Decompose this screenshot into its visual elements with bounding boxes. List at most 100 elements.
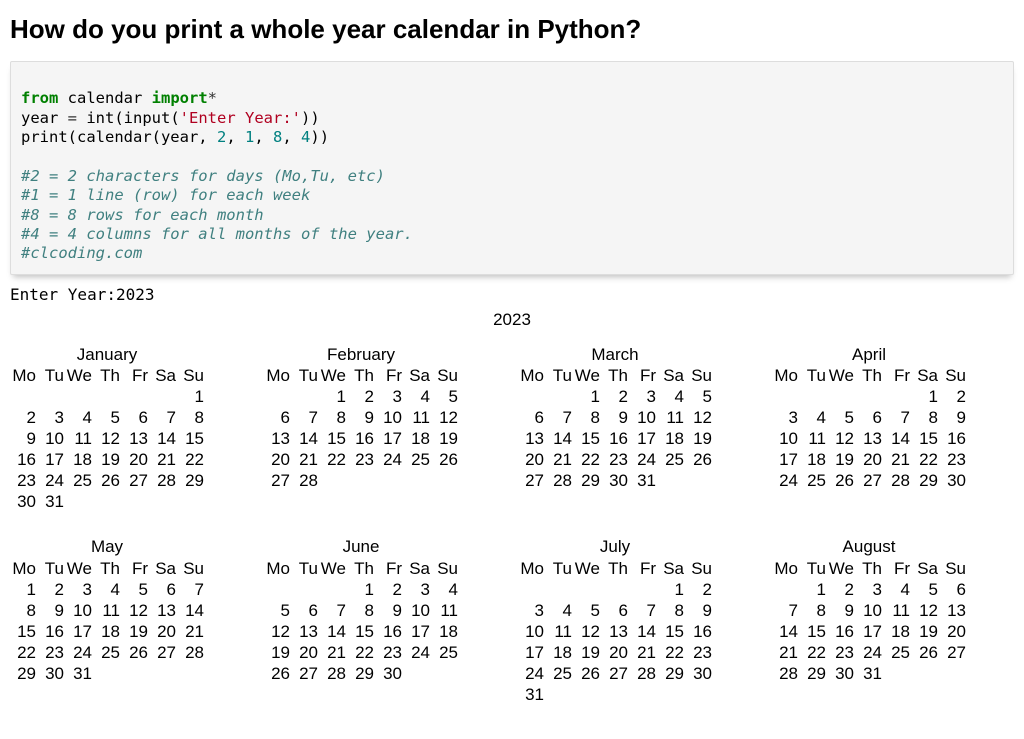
day-cell: 4 — [94, 579, 120, 600]
day-cell: 4 — [884, 579, 910, 600]
weekday-label: Th — [856, 558, 882, 579]
day-cell: 11 — [884, 600, 910, 621]
day-cell: 25 — [66, 470, 92, 491]
day-cell: 31 — [66, 663, 92, 684]
day-cell: 10 — [38, 428, 64, 449]
day-cell: 21 — [630, 642, 656, 663]
day-cell: 26 — [94, 470, 120, 491]
weekday-label: Su — [432, 365, 458, 386]
day-cell: 5 — [574, 600, 600, 621]
day-cell: 24 — [856, 642, 882, 663]
day-cell: 12 — [432, 407, 458, 428]
day-cell: 27 — [292, 663, 318, 684]
day-cell: 1 — [800, 579, 826, 600]
day-cell: 17 — [856, 621, 882, 642]
day-empty — [828, 386, 854, 407]
day-cell: 4 — [404, 386, 430, 407]
day-cell: 14 — [320, 621, 346, 642]
comment: #4 = 4 columns for all months of the yea… — [21, 225, 413, 243]
day-cell: 28 — [546, 470, 572, 491]
day-cell: 25 — [404, 449, 430, 470]
day-cell: 10 — [630, 407, 656, 428]
day-cell: 16 — [10, 449, 36, 470]
weekday-label: Sa — [912, 558, 938, 579]
day-cell: 10 — [376, 407, 402, 428]
day-cell: 5 — [432, 386, 458, 407]
month-title: January — [10, 344, 204, 365]
weekday-label: Tu — [800, 365, 826, 386]
day-cell: 11 — [800, 428, 826, 449]
day-cell: 23 — [348, 449, 374, 470]
day-cell: 29 — [178, 470, 204, 491]
weekday-label: Fr — [376, 365, 402, 386]
day-cell: 1 — [320, 386, 346, 407]
day-cell: 10 — [66, 600, 92, 621]
month-title: July — [518, 536, 712, 557]
day-empty — [630, 579, 656, 600]
day-cell: 27 — [602, 663, 628, 684]
day-cell: 5 — [912, 579, 938, 600]
day-cell: 20 — [856, 449, 882, 470]
weekday-label: Fr — [630, 365, 656, 386]
day-cell: 6 — [292, 600, 318, 621]
calendar-year: 2023 — [10, 309, 1014, 330]
weekday-label: Fr — [884, 365, 910, 386]
day-cell: 7 — [884, 407, 910, 428]
weekday-label: Th — [348, 365, 374, 386]
day-cell: 22 — [178, 449, 204, 470]
weekday-label: Su — [178, 365, 204, 386]
day-cell: 19 — [912, 621, 938, 642]
day-cell: 29 — [658, 663, 684, 684]
day-cell: 24 — [518, 663, 544, 684]
day-cell: 7 — [292, 407, 318, 428]
day-cell: 29 — [574, 470, 600, 491]
weekday-label: Th — [602, 558, 628, 579]
day-cell: 2 — [828, 579, 854, 600]
day-cell: 30 — [686, 663, 712, 684]
day-empty — [884, 386, 910, 407]
day-cell: 19 — [828, 449, 854, 470]
day-cell: 24 — [404, 642, 430, 663]
calendar-month: FebruaryMoTuWeThFrSaSu123456789101112131… — [264, 344, 458, 512]
day-cell: 19 — [122, 621, 148, 642]
day-cell: 23 — [940, 449, 966, 470]
weekday-label: Tu — [546, 558, 572, 579]
day-cell: 29 — [800, 663, 826, 684]
day-cell: 1 — [574, 386, 600, 407]
day-cell: 20 — [292, 642, 318, 663]
page-title: How do you print a whole year calendar i… — [10, 14, 1014, 45]
day-cell: 15 — [912, 428, 938, 449]
day-cell: 23 — [38, 642, 64, 663]
day-cell: 19 — [94, 449, 120, 470]
day-cell: 15 — [574, 428, 600, 449]
day-cell: 28 — [320, 663, 346, 684]
day-cell: 9 — [828, 600, 854, 621]
day-empty — [800, 386, 826, 407]
day-cell: 7 — [178, 579, 204, 600]
day-cell: 31 — [38, 491, 64, 512]
day-cell: 29 — [912, 470, 938, 491]
day-cell: 24 — [630, 449, 656, 470]
day-cell: 26 — [828, 470, 854, 491]
weekday-label: Mo — [10, 365, 36, 386]
day-cell: 24 — [772, 470, 798, 491]
day-cell: 14 — [772, 621, 798, 642]
weekday-label: We — [320, 558, 346, 579]
day-cell: 2 — [376, 579, 402, 600]
day-cell: 8 — [912, 407, 938, 428]
day-cell: 5 — [828, 407, 854, 428]
day-cell: 12 — [912, 600, 938, 621]
day-cell: 11 — [94, 600, 120, 621]
day-cell: 11 — [546, 621, 572, 642]
day-cell: 9 — [38, 600, 64, 621]
day-cell: 16 — [686, 621, 712, 642]
day-empty — [292, 579, 318, 600]
calendar-month: AprilMoTuWeThFrSaSu123456789101112131415… — [772, 344, 966, 512]
day-empty — [150, 386, 176, 407]
weekday-label: Su — [432, 558, 458, 579]
code-block: from calendar import* year = int(input('… — [10, 61, 1014, 275]
day-cell: 19 — [432, 428, 458, 449]
day-cell: 19 — [686, 428, 712, 449]
comment: #clcoding.com — [21, 244, 142, 262]
day-empty — [122, 386, 148, 407]
